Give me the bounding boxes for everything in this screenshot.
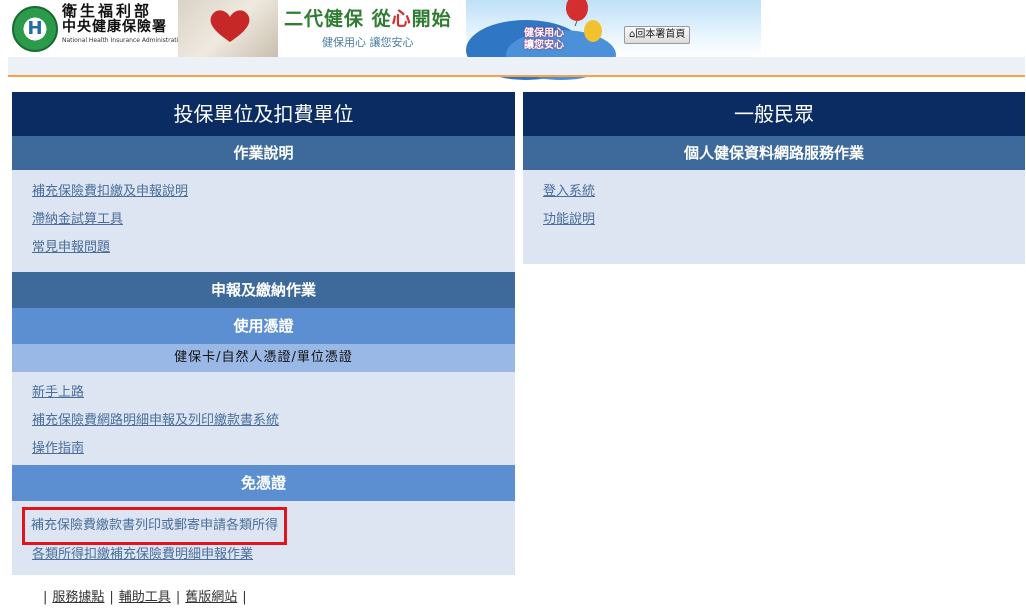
no-certificate-links: 補充保險費繳款書列印或郵寄申請各類所得 各類所得扣繳補充保險費明細申報作業 — [12, 501, 515, 575]
hands-holding-heart-image — [178, 0, 278, 57]
heart-icon — [210, 10, 250, 42]
link-operation-guide[interactable]: 操作指南 — [32, 435, 515, 463]
org-name-ministry: 衛生福利部 — [62, 2, 153, 20]
instructions-links: 補充保險費扣繳及申報說明 滯納金試算工具 常見申報問題 — [12, 170, 515, 272]
personal-service-links: 登入系統 功能說明 — [523, 170, 1025, 264]
footer-link-old-site[interactable]: 舊版網站 — [185, 590, 237, 605]
yellow-balloon-icon — [584, 20, 602, 42]
slogan-subtitle: 健保用心 讓您安心 — [322, 36, 414, 49]
link-feature-description[interactable]: 功能說明 — [543, 206, 1025, 234]
header-strip — [8, 57, 1025, 75]
header-divider — [8, 75, 1025, 77]
link-getting-started[interactable]: 新手上路 — [32, 379, 515, 407]
footer-link-service-locations[interactable]: 服務據點 — [52, 590, 104, 605]
org-logo[interactable]: H 衛生福利部 中央健康保險署 National Health Insuranc… — [8, 0, 281, 57]
certificate-subsection-header: 使用憑證 — [12, 308, 515, 344]
link-late-fee-calculator[interactable]: 滯納金試算工具 — [32, 206, 515, 234]
link-print-or-mail-payment-slip[interactable]: 補充保險費繳款書列印或郵寄申請各類所得 — [22, 507, 515, 545]
footer-separator: | — [109, 590, 114, 605]
link-supplementary-premium-guide[interactable]: 補充保險費扣繳及申報說明 — [32, 178, 515, 206]
employer-panel: 投保單位及扣費單位 作業說明 補充保險費扣繳及申報說明 滯納金試算工具 常見申報… — [12, 92, 515, 575]
filing-section-header: 申報及繳納作業 — [12, 272, 515, 308]
personal-service-section-header: 個人健保資料網路服務作業 — [523, 136, 1025, 170]
no-certificate-subsection-header: 免憑證 — [12, 465, 515, 501]
footer-separator: | — [175, 590, 181, 605]
header-banner: H 衛生福利部 中央健康保險署 National Health Insuranc… — [8, 0, 761, 80]
link-filing-faq[interactable]: 常見申報問題 — [32, 234, 515, 262]
public-panel: 一般民眾 個人健保資料網路服務作業 登入系統 功能說明 — [523, 92, 1025, 264]
certificate-links: 新手上路 補充保險費網路明細申報及列印繳款書系統 操作指南 — [12, 372, 515, 465]
credential-types-label: 健保卡/自然人憑證/單位憑證 — [12, 344, 515, 372]
link-login-system[interactable]: 登入系統 — [543, 178, 1025, 206]
home-page-button[interactable]: ⌂回本署首頁 — [624, 26, 691, 44]
balloon-message: 健保用心 讓您安心 — [524, 28, 564, 51]
public-panel-title: 一般民眾 — [523, 92, 1025, 136]
slogan-area: 二代健保 從心開始 健保用心 讓您安心 — [278, 0, 466, 57]
sky-balloon-graphic: 健保用心 讓您安心 — [466, 0, 761, 80]
slogan-text: 二代健保 從心開始 — [284, 8, 452, 30]
org-name-english: National Health Insurance Administration… — [62, 37, 281, 44]
link-income-withholding-filing[interactable]: 各類所得扣繳補充保險費明細申報作業 — [32, 545, 515, 565]
employer-panel-title: 投保單位及扣費單位 — [12, 92, 515, 136]
footer-separator: | — [242, 590, 247, 605]
link-online-filing-system[interactable]: 補充保險費網路明細申報及列印繳款書系統 — [32, 407, 515, 435]
footer-links: | 服務據點 | 輔助工具 | 舊版網站 | — [38, 590, 252, 606]
org-name-agency: 中央健康保險署 — [62, 19, 167, 35]
footer-link-accessibility-tools[interactable]: 輔助工具 — [119, 590, 171, 605]
footer-separator: | — [43, 590, 48, 605]
instructions-section-header: 作業說明 — [12, 136, 515, 170]
nhi-emblem-icon: H — [12, 6, 58, 52]
highlight-box: 補充保險費繳款書列印或郵寄申請各類所得 — [22, 507, 288, 545]
